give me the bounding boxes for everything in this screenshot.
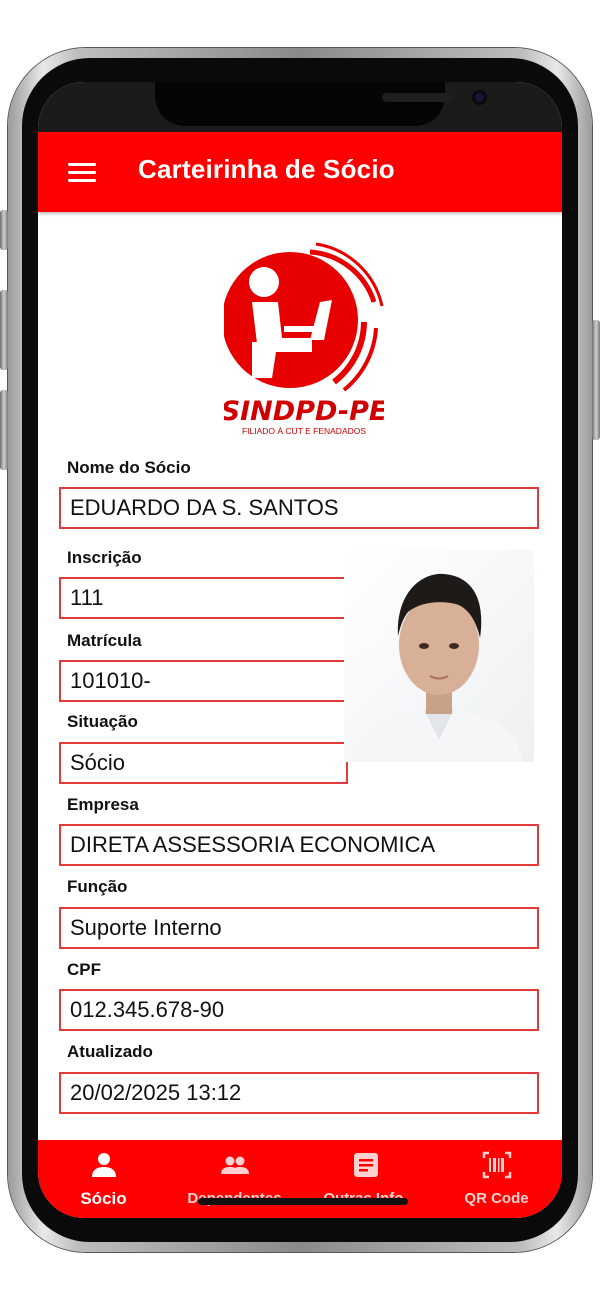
logo-tagline: FILIADO À CUT E FENADADOS: [242, 426, 366, 436]
nav-qr-code-label: QR Code: [464, 1190, 529, 1207]
member-photo: [344, 550, 534, 762]
empresa-label: Empresa: [67, 795, 139, 814]
cpf-field: 012.345.678-90: [59, 989, 539, 1031]
atualizado-field: 20/02/2025 13:12: [59, 1072, 539, 1114]
page-title: Carteirinha de Sócio: [138, 154, 395, 184]
power-button: [592, 320, 600, 440]
hamburger-menu-icon[interactable]: [68, 163, 96, 183]
cpf-label: CPF: [67, 960, 101, 979]
phone-screen: Carteirinha de Sócio SINDPD-PE FILIADO À…: [38, 82, 562, 1218]
barcode-scan-icon: [482, 1151, 511, 1179]
funcao-field: Suporte Interno: [59, 907, 539, 949]
empresa-field: DIRETA ASSESSORIA ECONOMICA: [59, 824, 539, 866]
nav-socio-label: Sócio: [80, 1189, 127, 1208]
funcao-label: Função: [67, 877, 128, 896]
mute-switch: [0, 210, 8, 250]
nome-field: EDUARDO DA S. SANTOS: [59, 487, 539, 529]
situacao-label: Situação: [67, 712, 138, 731]
bottom-navigation: Sócio Dependentes Outras Info.: [38, 1140, 562, 1218]
inscricao-label: Inscrição: [67, 548, 142, 567]
matricula-field: 101010-: [59, 660, 348, 702]
volume-up-button: [0, 290, 8, 370]
logo-name: SINDPD-PE: [224, 396, 384, 427]
notch: [155, 82, 487, 126]
nav-qr-code[interactable]: QR Code: [431, 1140, 562, 1218]
matricula-label: Matrícula: [67, 631, 142, 650]
nav-socio[interactable]: Sócio: [38, 1140, 169, 1218]
person-icon: [91, 1153, 116, 1177]
earpiece-speaker: [382, 93, 452, 102]
sindpd-logo: SINDPD-PE FILIADO À CUT E FENADADOS: [224, 242, 384, 436]
front-camera: [472, 90, 487, 105]
inscricao-field: 111: [59, 577, 348, 619]
situacao-field: Sócio: [59, 742, 348, 784]
nav-outras-info[interactable]: Outras Info.: [300, 1140, 431, 1218]
atualizado-label: Atualizado: [67, 1042, 153, 1061]
volume-down-button: [0, 390, 8, 470]
nav-dependentes[interactable]: Dependentes: [169, 1140, 300, 1218]
nome-label: Nome do Sócio: [67, 458, 191, 477]
group-icon: [220, 1156, 249, 1174]
app-bar: Carteirinha de Sócio: [38, 132, 562, 212]
home-indicator[interactable]: [198, 1198, 408, 1205]
document-icon: [353, 1153, 378, 1177]
